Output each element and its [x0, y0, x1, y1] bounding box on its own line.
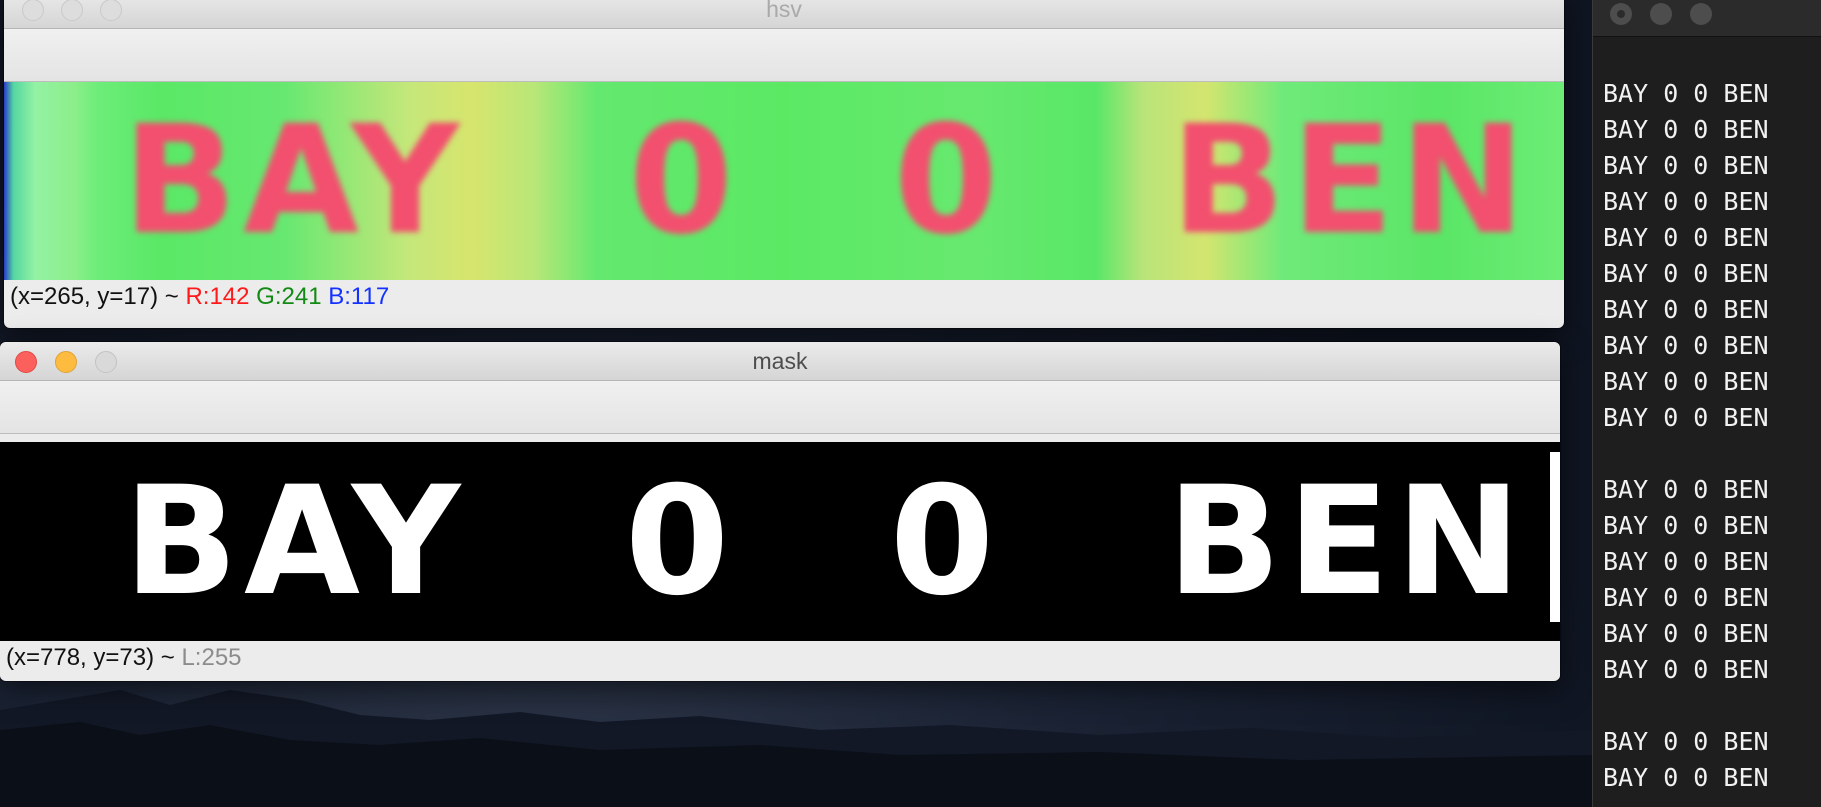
- mask-text-bay: BAY: [123, 454, 467, 629]
- mask-text-zero-2: 0: [889, 454, 1001, 629]
- terminal-window[interactable]: BAY 0 0 BEN BAY 0 0 BEN BAY 0 0 BEN BAY 0 0…: [1592, 0, 1821, 807]
- terminal-line: BAY 0 0 BEN: [1603, 475, 1769, 504]
- hsv-titlebar[interactable]: hsv: [4, 0, 1564, 29]
- terminal-line: BAY 0 0 BEN: [1603, 403, 1769, 432]
- hsv-text-ben: BEN: [1170, 94, 1532, 268]
- hsv-image-canvas[interactable]: BAY 0 0 BEN: [4, 82, 1564, 280]
- hsv-text-bay: BAY: [122, 94, 466, 268]
- terminal-line: BAY 0 0 BEN: [1603, 79, 1769, 108]
- close-button[interactable]: [1610, 3, 1632, 25]
- terminal-line: BAY 0 0 BEN: [1603, 619, 1769, 648]
- hsv-toolbar: [4, 29, 1564, 82]
- terminal-titlebar[interactable]: [1593, 0, 1821, 37]
- window-title: mask: [752, 348, 808, 374]
- terminal-line: BAY 0 0 BEN: [1603, 259, 1769, 288]
- terminal-line: BAY 0 0 BEN: [1603, 367, 1769, 396]
- terminal-line: BAY 0 0 BEN: [1603, 583, 1769, 612]
- zoom-button[interactable]: [1690, 3, 1712, 25]
- terminal-line: BAY 0 0 BEN: [1603, 295, 1769, 324]
- hsv-text-zero-1: 0: [628, 94, 740, 268]
- pixel-red-value: R:142: [185, 283, 250, 310]
- hsv-status-bar: (x=265, y=17) ~ R:142 G:241 B:117: [4, 280, 1564, 318]
- mask-text-zero-1: 0: [624, 454, 736, 629]
- terminal-line: BAY 0 0 BEN: [1603, 331, 1769, 360]
- terminal-line: BAY 0 0 BEN: [1603, 511, 1769, 540]
- mask-text-ben: BEN: [1166, 454, 1528, 629]
- mask-window[interactable]: mask BAY 0 0 BEN (x=778, y=73) ~ L:255: [0, 342, 1560, 681]
- pixel-coordinates: (x=265, y=17) ~: [10, 283, 179, 310]
- terminal-line: BAY 0 0 BEN: [1603, 763, 1769, 792]
- pixel-coordinates: (x=778, y=73) ~: [6, 644, 175, 671]
- terminal-line: BAY 0 0 BEN: [1603, 115, 1769, 144]
- hsv-text-zero-2: 0: [893, 94, 1005, 268]
- mask-edge-artifact: [1550, 452, 1560, 622]
- pixel-green-value: G:241: [256, 283, 322, 310]
- minimize-button[interactable]: [1650, 3, 1672, 25]
- terminal-line: BAY 0 0 BEN: [1603, 547, 1769, 576]
- mask-status-bar: (x=778, y=73) ~ L:255: [0, 641, 1560, 679]
- terminal-line: BAY 0 0 BEN: [1603, 151, 1769, 180]
- mask-image-canvas[interactable]: BAY 0 0 BEN: [0, 442, 1560, 641]
- pixel-luminance-value: L:255: [181, 644, 242, 671]
- terminal-output[interactable]: BAY 0 0 BEN BAY 0 0 BEN BAY 0 0 BEN BAY 0 0…: [1603, 76, 1769, 796]
- desktop-background: hsv BAY 0 0 BEN (x=265, y=17) ~ R:142 G:…: [0, 0, 1821, 807]
- pixel-blue-value: B:117: [328, 283, 390, 310]
- mask-titlebar[interactable]: mask: [0, 342, 1560, 381]
- terminal-line: BAY 0 0 BEN: [1603, 727, 1769, 756]
- window-title: hsv: [766, 0, 802, 22]
- terminal-line: BAY 0 0 BEN: [1603, 187, 1769, 216]
- mask-toolbar: [0, 381, 1560, 434]
- terminal-line: BAY 0 0 BEN: [1603, 223, 1769, 252]
- hsv-window[interactable]: hsv BAY 0 0 BEN (x=265, y=17) ~ R:142 G:…: [4, 0, 1564, 328]
- terminal-line: BAY 0 0 BEN: [1603, 655, 1769, 684]
